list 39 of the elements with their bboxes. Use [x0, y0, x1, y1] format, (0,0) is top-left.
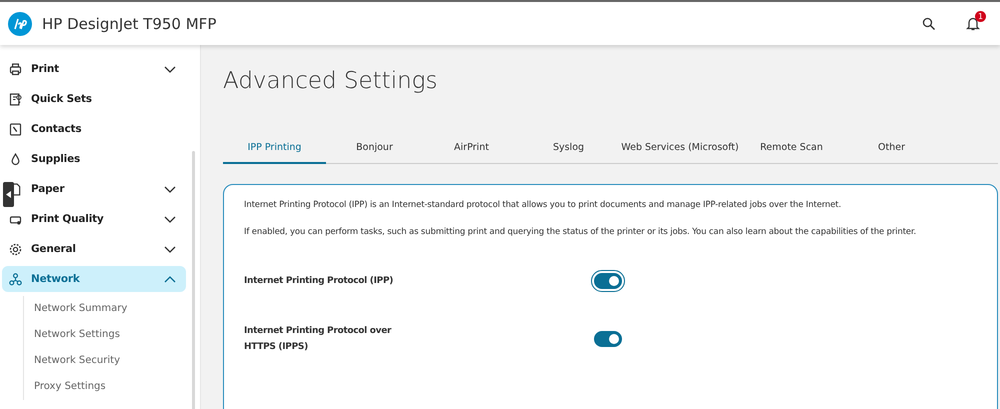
app-title: HP DesignJet T950 MFP [42, 14, 218, 32]
gear-icon [8, 242, 23, 256]
tab[interactable]: Bonjour [326, 132, 423, 164]
sidebar-item[interactable]: Print Quality [2, 206, 186, 232]
tab[interactable]: Remote Scan [743, 132, 840, 164]
document-icon [8, 92, 23, 106]
search-icon[interactable] [922, 16, 936, 30]
chevron-icon[interactable] [164, 216, 176, 222]
tab[interactable]: Web Services (Microsoft) [617, 132, 743, 164]
notification-badge: 1 [975, 11, 986, 22]
sidebar-subitem[interactable]: Network Security [24, 348, 200, 374]
scrollbar[interactable] [192, 151, 195, 409]
sidebar-item[interactable]: Supplies [2, 146, 186, 172]
tab[interactable]: AirPrint [423, 132, 520, 164]
chevron-icon[interactable] [164, 186, 176, 192]
network-icon [8, 272, 23, 286]
chevron-icon[interactable] [164, 66, 176, 72]
sidebar-subitem[interactable]: Network Summary [24, 296, 200, 322]
description-text: If enabled, you can perform tasks, such as submitting print and querying the status of the printer or its jobs. You can also learn about the capabilities of the printer. [244, 226, 918, 238]
tab[interactable]: Other [840, 132, 943, 164]
chevron-icon[interactable] [164, 246, 176, 252]
bell-icon[interactable] [966, 16, 980, 31]
page-title: Advanced Settings [223, 67, 438, 96]
sidebar-item[interactable]: General [2, 236, 186, 262]
description-text: Internet Printing Protocol (IPP) is an Internet-standard protocol that allows you to print documents and manage IPP-related jobs over the Internet. [244, 198, 842, 212]
collapse-handle[interactable] [3, 182, 14, 207]
sidebar-subitem[interactable]: Network Settings [24, 322, 200, 348]
sidebar-item[interactable]: Print [2, 56, 186, 82]
printer-icon [8, 62, 23, 76]
contact-card-icon [8, 122, 23, 136]
setting-label: Internet Printing Protocol (IPP) [244, 274, 394, 288]
sidebar-item[interactable]: Network [2, 266, 186, 292]
setting-label: Internet Printing Protocol over HTTPS (IPPS) [244, 324, 392, 354]
tab[interactable]: IPP Printing [223, 132, 326, 164]
sidebar-item[interactable]: Contacts [2, 116, 186, 142]
tab[interactable]: Syslog [520, 132, 617, 164]
sidebar-item[interactable]: Quick Sets [2, 86, 186, 112]
logo-icon [8, 12, 32, 36]
sidebar-subitem[interactable]: Proxy Settings [24, 374, 200, 400]
